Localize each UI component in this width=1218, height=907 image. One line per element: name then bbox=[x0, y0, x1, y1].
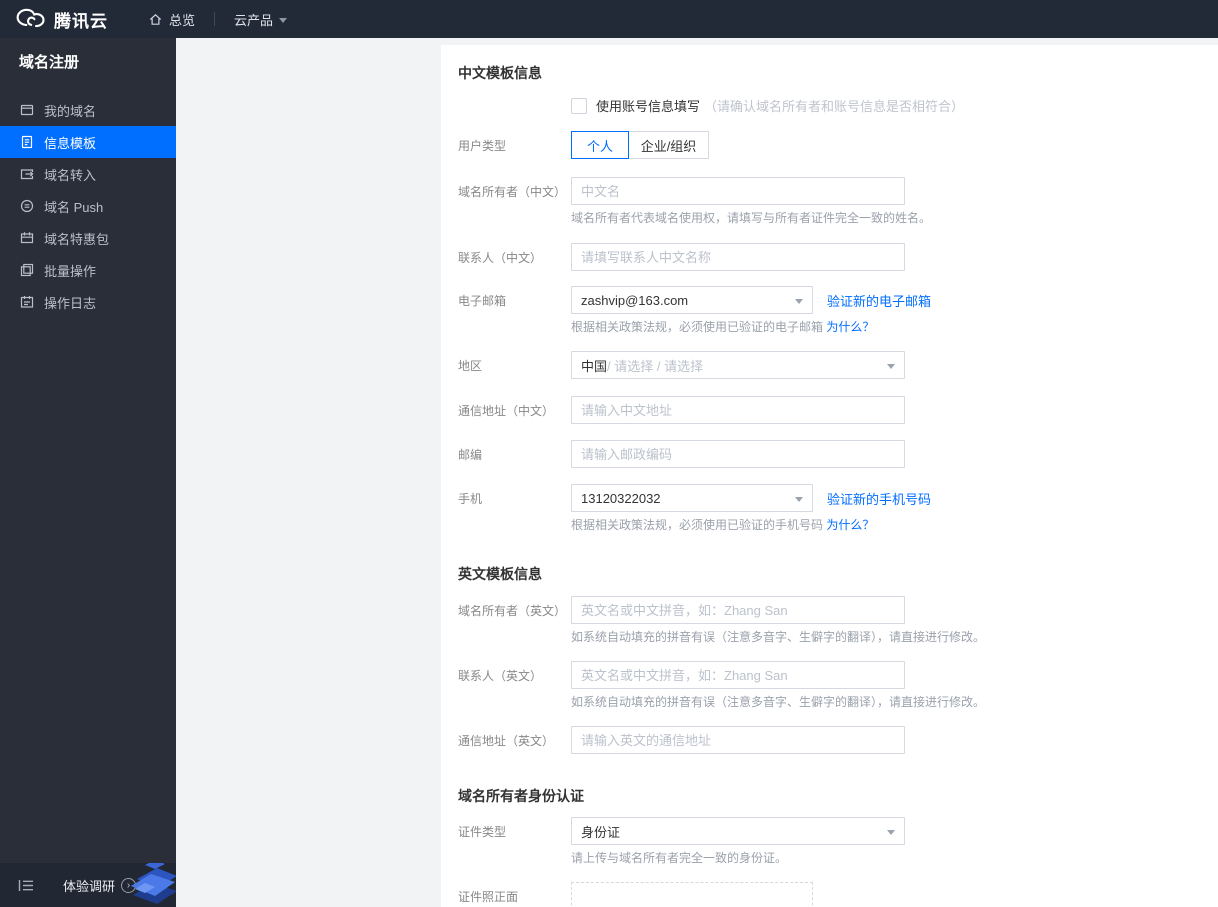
sidebar-menu: 我的域名 信息模板 域名转入 域名 Push 域名特惠包 批量操作 操作日志 bbox=[0, 94, 176, 318]
transfer-icon bbox=[20, 167, 34, 181]
nav-separator bbox=[214, 12, 216, 26]
user-type-toggle: 个人 企业/组织 bbox=[571, 131, 1198, 159]
email-row: 电子邮箱 zashvip@163.com 验证新的电子邮箱 根据相关政策法规，必… bbox=[458, 286, 1198, 334]
user-type-personal-button[interactable]: 个人 bbox=[571, 131, 629, 159]
owner-en-help: 如系统自动填充的拼音有误（注意多音字、生僻字的翻译），请直接进行修改。 bbox=[571, 630, 986, 644]
region-label: 地区 bbox=[458, 359, 483, 373]
sidebar-item-info-template[interactable]: 信息模板 bbox=[0, 126, 176, 158]
sidebar: 域名注册 我的域名 信息模板 域名转入 域名 Push 域名特惠包 批量操作 操… bbox=[0, 38, 176, 907]
email-label: 电子邮箱 bbox=[458, 294, 507, 308]
phone-help: 根据相关政策法规，必须使用已验证的手机号码 为什么？ bbox=[571, 518, 875, 532]
zip-input[interactable] bbox=[571, 440, 905, 468]
survey-link[interactable]: 体验调研 › bbox=[63, 876, 137, 895]
sidebar-item-operation-logs[interactable]: 操作日志 bbox=[0, 286, 176, 318]
verify-new-email-link[interactable]: 验证新的电子邮箱 bbox=[827, 291, 931, 310]
brand-name: 腾讯云 bbox=[54, 11, 108, 31]
batch-icon bbox=[20, 263, 34, 277]
nav-item-overview[interactable]: 总览 bbox=[148, 10, 195, 29]
address-cn-label: 通信地址（中文） bbox=[458, 404, 555, 418]
email-why-link[interactable]: 为什么？ bbox=[826, 320, 874, 334]
phone-label: 手机 bbox=[458, 492, 483, 506]
zip-row: 邮编 bbox=[458, 440, 1198, 468]
contact-en-label: 联系人（英文） bbox=[458, 669, 543, 683]
owner-cn-help: 域名所有者代表域名使用权，请填写与所有者证件完全一致的姓名。 bbox=[571, 211, 932, 225]
chevron-down-icon bbox=[795, 299, 803, 304]
owner-cn-input[interactable] bbox=[571, 177, 905, 205]
phone-select[interactable]: 13120322032 bbox=[571, 484, 813, 512]
template-form-panel: 中文模板信息 使用账号信息填写 （请确认域名所有者和账号信息是否相符合） 用户类… bbox=[441, 45, 1218, 907]
user-type-label: 用户类型 bbox=[458, 139, 507, 153]
contact-cn-label: 联系人（中文） bbox=[458, 251, 543, 265]
contact-en-help: 如系统自动填充的拼音有误（注意多音字、生僻字的翻译），请直接进行修改。 bbox=[571, 695, 986, 709]
email-select[interactable]: zashvip@163.com bbox=[571, 286, 813, 314]
owner-en-label: 域名所有者（英文） bbox=[458, 604, 567, 618]
phone-why-link[interactable]: 为什么？ bbox=[826, 518, 874, 532]
chevron-down-icon bbox=[795, 497, 803, 502]
section-heading-en: 英文模板信息 bbox=[458, 566, 542, 582]
sidebar-title: 域名注册 bbox=[19, 54, 80, 71]
tencent-cloud-brand[interactable]: 腾讯云 bbox=[0, 7, 108, 32]
window-icon bbox=[20, 103, 34, 117]
chevron-down-icon bbox=[887, 830, 895, 835]
owner-cn-row: 域名所有者（中文） 域名所有者代表域名使用权，请填写与所有者证件完全一致的姓名。 bbox=[458, 177, 1198, 225]
chevron-right-circle-icon: › bbox=[121, 877, 137, 893]
verify-new-phone-link[interactable]: 验证新的手机号码 bbox=[827, 489, 931, 508]
cert-type-select[interactable]: 身份证 bbox=[571, 817, 905, 845]
document-icon bbox=[20, 135, 34, 149]
log-icon bbox=[20, 295, 34, 309]
sidebar-item-domain-push[interactable]: 域名 Push bbox=[0, 190, 176, 222]
sidebar-item-my-domains[interactable]: 我的域名 bbox=[0, 94, 176, 126]
use-account-label: 使用账号信息填写 bbox=[596, 99, 701, 114]
collapse-sidebar-icon[interactable] bbox=[18, 879, 35, 892]
contact-cn-row: 联系人（中文） bbox=[458, 243, 1198, 271]
cert-front-upload-box[interactable] bbox=[571, 882, 813, 907]
region-select[interactable]: 中国 / 请选择 / 请选择 bbox=[571, 351, 905, 379]
region-row: 地区 中国 / 请选择 / 请选择 bbox=[458, 351, 1198, 379]
address-en-input[interactable] bbox=[571, 726, 905, 754]
section-heading-cn: 中文模板信息 bbox=[458, 65, 542, 81]
contact-en-input[interactable] bbox=[571, 661, 905, 689]
cert-type-row: 证件类型 身份证 请上传与域名所有者完全一致的身份证。 bbox=[458, 817, 1198, 865]
chevron-down-icon bbox=[279, 17, 288, 23]
sidebar-item-domain-transfer-in[interactable]: 域名转入 bbox=[0, 158, 176, 190]
push-icon bbox=[20, 199, 34, 213]
cert-type-help: 请上传与域名所有者完全一致的身份证。 bbox=[571, 851, 788, 865]
zip-label: 邮编 bbox=[458, 448, 483, 462]
use-account-hint: （请确认域名所有者和账号信息是否相符合） bbox=[704, 99, 965, 114]
address-cn-input[interactable] bbox=[571, 396, 905, 424]
cert-front-label: 证件照正面 bbox=[458, 890, 519, 904]
chevron-down-icon bbox=[887, 364, 895, 369]
owner-en-row: 域名所有者（英文） 如系统自动填充的拼音有误（注意多音字、生僻字的翻译），请直接… bbox=[458, 596, 1198, 644]
contact-en-row: 联系人（英文） 如系统自动填充的拼音有误（注意多音字、生僻字的翻译），请直接进行… bbox=[458, 661, 1198, 709]
tencent-cloud-logo-icon bbox=[13, 7, 47, 31]
user-type-row: 用户类型 个人 企业/组织 bbox=[458, 131, 1198, 159]
cert-front-row: 证件照正面 bbox=[458, 882, 1198, 907]
sidebar-footer: 体验调研 › bbox=[0, 863, 176, 907]
address-en-row: 通信地址（英文） bbox=[458, 726, 1198, 754]
nav-item-cloud-products[interactable]: 云产品 bbox=[234, 10, 288, 29]
address-en-label: 通信地址（英文） bbox=[458, 734, 555, 748]
user-type-org-button[interactable]: 企业/组织 bbox=[628, 131, 709, 159]
top-navbar: 腾讯云 总览 云产品 bbox=[0, 0, 1218, 38]
use-account-row: 使用账号信息填写 （请确认域名所有者和账号信息是否相符合） bbox=[458, 96, 1198, 115]
phone-row: 手机 13120322032 验证新的手机号码 根据相关政策法规，必须使用已验证… bbox=[458, 484, 1198, 532]
address-cn-row: 通信地址（中文） bbox=[458, 396, 1198, 424]
cert-type-label: 证件类型 bbox=[458, 825, 507, 839]
home-icon bbox=[148, 12, 163, 27]
package-icon bbox=[20, 231, 34, 245]
contact-cn-input[interactable] bbox=[571, 243, 905, 271]
email-help: 根据相关政策法规，必须使用已验证的电子邮箱 为什么？ bbox=[571, 320, 875, 334]
use-account-checkbox[interactable] bbox=[571, 97, 587, 114]
owner-en-input[interactable] bbox=[571, 596, 905, 624]
sidebar-item-batch-operations[interactable]: 批量操作 bbox=[0, 254, 176, 286]
section-heading-auth: 域名所有者身份认证 bbox=[458, 788, 584, 804]
sidebar-item-domain-package[interactable]: 域名特惠包 bbox=[0, 222, 176, 254]
owner-cn-label: 域名所有者（中文） bbox=[458, 185, 567, 199]
